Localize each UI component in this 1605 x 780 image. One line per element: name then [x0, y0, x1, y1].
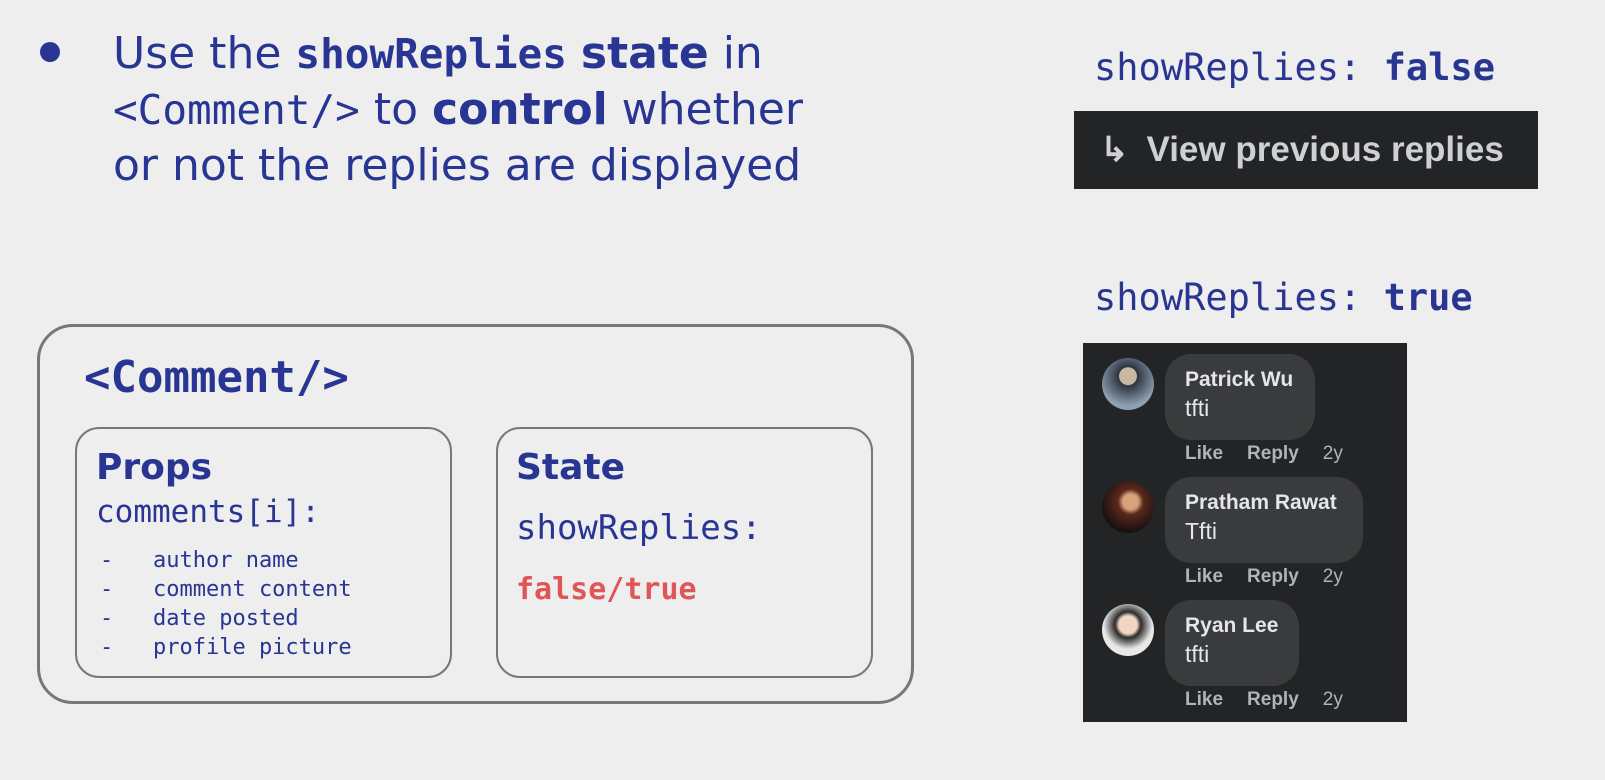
avatar[interactable] — [1102, 604, 1154, 656]
bullet-text: Use the showReplies state in <Comment/> … — [113, 26, 833, 194]
comment-age: 2y — [1322, 689, 1343, 710]
bullet-text-part: in — [708, 28, 763, 79]
reply-arrow-icon: ↳ — [1100, 131, 1129, 169]
props-list: - author name - comment content - date p… — [100, 546, 352, 662]
bullet-bold-state: state — [580, 28, 709, 79]
bullet-text-part: Use the — [113, 28, 296, 79]
comment-actions: Like Reply 2y — [1185, 443, 1367, 465]
props-title: Props — [96, 447, 213, 488]
example-true-label: showReplies: true — [1094, 276, 1473, 320]
comment-text: Tfti — [1185, 518, 1217, 544]
comment-age: 2y — [1322, 443, 1343, 464]
view-previous-replies-button[interactable]: ↳ View previous replies — [1074, 111, 1538, 189]
comment-actions: Like Reply 2y — [1185, 566, 1367, 588]
state-value: false/true — [516, 572, 697, 607]
reply-button[interactable]: Reply — [1247, 689, 1299, 711]
comment-author[interactable]: Pratham Rawat — [1185, 490, 1343, 516]
reply-button[interactable]: Reply — [1247, 443, 1299, 465]
avatar[interactable] — [1102, 481, 1154, 533]
comment-item: Patrick Wu tfti Like Reply 2y — [1083, 343, 1407, 466]
bullet-text-part — [567, 28, 581, 79]
example-true-value: true — [1383, 276, 1473, 319]
view-previous-replies-label: View previous replies — [1146, 130, 1504, 169]
like-button[interactable]: Like — [1185, 566, 1223, 588]
comment-bubble: Patrick Wu tfti — [1165, 354, 1315, 440]
comment-text: tfti — [1185, 395, 1210, 421]
replies-thread: Patrick Wu tfti Like Reply 2y Pratham Ra… — [1083, 343, 1407, 722]
bullet-text-part: to — [359, 84, 432, 135]
comment-age: 2y — [1322, 566, 1343, 587]
comment-actions: Like Reply 2y — [1185, 689, 1367, 711]
props-item-comment-content: - comment content — [100, 577, 352, 602]
avatar[interactable] — [1102, 358, 1154, 410]
comment-text: tfti — [1185, 641, 1210, 667]
comment-bubble: Ryan Lee tfti — [1165, 600, 1299, 686]
bullet-code-comment: <Comment/> — [113, 86, 360, 134]
bullet-dot — [40, 42, 60, 62]
example-false-value: false — [1383, 46, 1495, 89]
props-item-author-name: - author name — [100, 548, 299, 573]
comment-item: Pratham Rawat Tfti Like Reply 2y — [1083, 466, 1407, 589]
props-item-date-posted: - date posted — [100, 606, 299, 631]
example-false-label: showReplies: false — [1094, 46, 1495, 90]
reply-button[interactable]: Reply — [1247, 566, 1299, 588]
bullet-code-showreplies: showReplies — [295, 30, 567, 78]
state-label: showReplies: — [516, 508, 762, 548]
example-false-key: showReplies: — [1094, 46, 1384, 89]
props-label: comments[i]: — [96, 494, 320, 530]
comment-bubble: Pratham Rawat Tfti — [1165, 477, 1363, 563]
component-title: <Comment/> — [84, 352, 349, 403]
comment-author[interactable]: Patrick Wu — [1185, 367, 1295, 393]
comment-item: Ryan Lee tfti Like Reply 2y — [1083, 589, 1407, 712]
like-button[interactable]: Like — [1185, 443, 1223, 465]
like-button[interactable]: Like — [1185, 689, 1223, 711]
bullet-bold-control: control — [432, 84, 608, 135]
state-title: State — [516, 447, 626, 488]
example-true-key: showReplies: — [1094, 276, 1384, 319]
comment-author[interactable]: Ryan Lee — [1185, 613, 1279, 639]
props-item-profile-picture: - profile picture — [100, 635, 352, 660]
